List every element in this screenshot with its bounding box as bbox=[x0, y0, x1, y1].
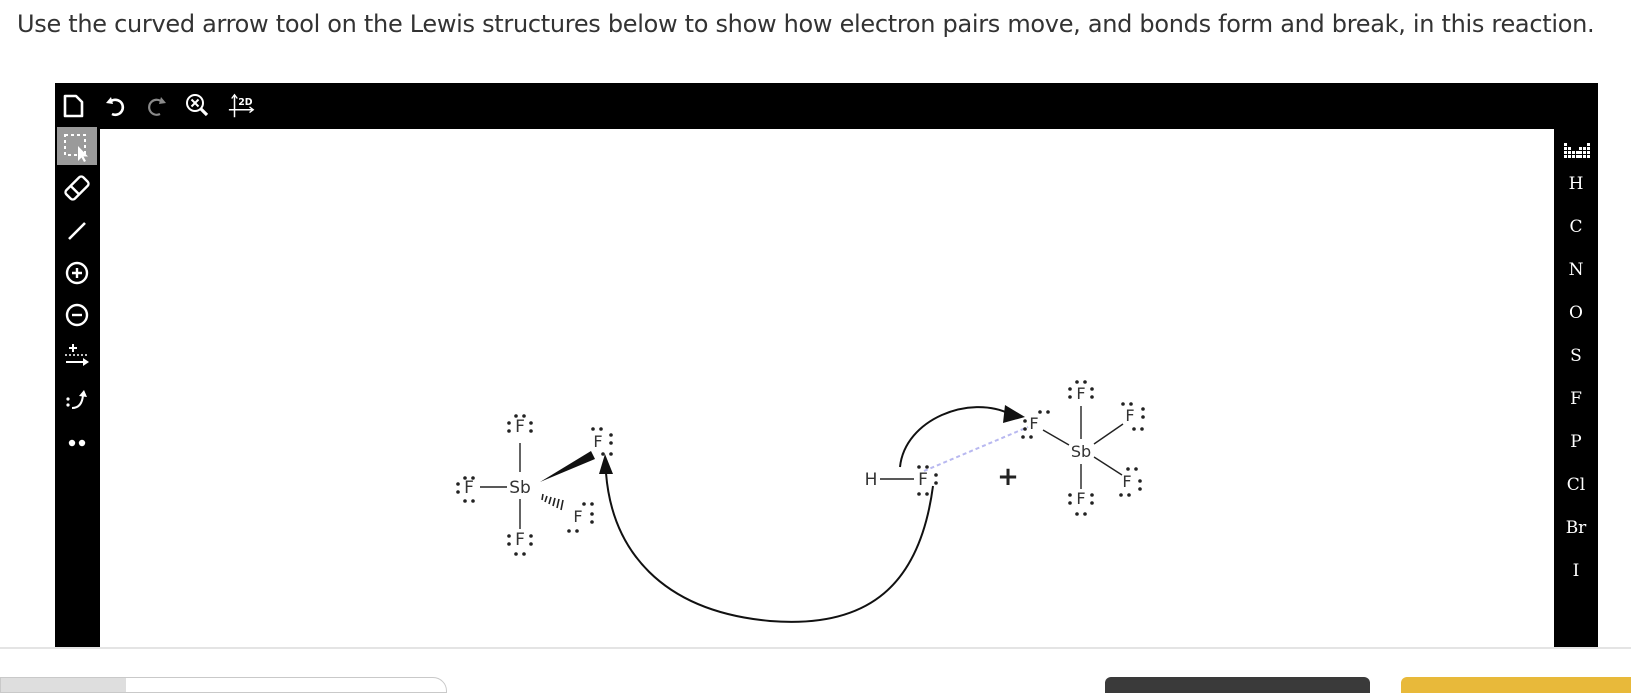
sbf5-f-top: F bbox=[515, 417, 525, 437]
curved-arrow-head-1 bbox=[1003, 405, 1025, 423]
zoom-clear-icon[interactable] bbox=[182, 91, 212, 121]
select-tool-icon[interactable] bbox=[57, 127, 97, 165]
progress-fill bbox=[1, 678, 126, 692]
curved-arrow-hf-to-sb bbox=[899, 406, 1011, 468]
element-p-button[interactable]: P bbox=[1554, 425, 1598, 459]
sbf6-f-upper-right: F bbox=[1125, 406, 1134, 425]
element-n-button[interactable]: N bbox=[1554, 253, 1598, 287]
plus-sign: + bbox=[997, 462, 1019, 492]
eraser-icon[interactable] bbox=[57, 169, 97, 207]
element-h-button[interactable]: H bbox=[1554, 167, 1598, 201]
2d-clean-icon[interactable]: 2D bbox=[227, 91, 257, 121]
redo-icon[interactable] bbox=[141, 91, 171, 121]
sbf5-f-wedge: F bbox=[593, 432, 602, 451]
bottom-bar bbox=[0, 647, 1631, 693]
sbf5-f-bottom: F bbox=[515, 530, 525, 550]
negative-charge-icon[interactable] bbox=[57, 296, 97, 334]
sbf6-f-left: F bbox=[1029, 414, 1038, 433]
lone-pair-icon[interactable] bbox=[57, 422, 97, 460]
curved-arrow-f-to-h bbox=[605, 472, 934, 623]
element-cl-button[interactable]: Cl bbox=[1554, 468, 1598, 502]
element-toolbar: H C N O S F P Cl Br I bbox=[1554, 127, 1598, 647]
positive-charge-icon[interactable] bbox=[57, 254, 97, 292]
curved-arrow-head-2 bbox=[599, 454, 613, 474]
drawing-canvas[interactable]: Sb F F F F F H F + Sb F F F F F bbox=[100, 129, 1554, 647]
element-i-button[interactable]: I bbox=[1554, 554, 1598, 588]
sbf6-f-lower-right: F bbox=[1122, 472, 1131, 491]
element-c-button[interactable]: C bbox=[1554, 210, 1598, 244]
instructions-text: Use the curved arrow tool on the Lewis s… bbox=[17, 10, 1595, 38]
hf-h-atom: H bbox=[865, 470, 878, 490]
check-button[interactable] bbox=[1401, 677, 1631, 693]
reaction-arrow-icon[interactable] bbox=[57, 338, 97, 376]
progress-track bbox=[0, 677, 447, 693]
element-o-button[interactable]: O bbox=[1554, 296, 1598, 330]
explanation-button[interactable] bbox=[1105, 677, 1370, 693]
periodic-table-icon[interactable] bbox=[1564, 141, 1590, 161]
2d-label: 2D bbox=[238, 97, 253, 108]
sbf5-molecule: Sb F F F F F bbox=[456, 414, 613, 556]
reaction-drawing: Sb F F F F F H F + Sb F F F F F bbox=[456, 380, 1145, 623]
bond-tool-icon[interactable] bbox=[57, 211, 97, 249]
new-document-icon[interactable] bbox=[58, 91, 88, 121]
curved-arrow-icon[interactable] bbox=[57, 380, 97, 418]
sbf5-f-hash: F bbox=[573, 507, 582, 526]
left-toolbar bbox=[55, 127, 100, 647]
element-br-button[interactable]: Br bbox=[1554, 511, 1598, 545]
undo-icon[interactable] bbox=[101, 91, 131, 121]
sbf6-f-bottom: F bbox=[1076, 489, 1085, 508]
element-s-button[interactable]: S bbox=[1554, 339, 1598, 373]
molecule-editor: 2D Sb F F F F F H F + Sb F F F F F H C N… bbox=[55, 83, 1598, 647]
sbf5-f-left: F bbox=[464, 478, 474, 498]
top-toolbar: 2D bbox=[55, 83, 1598, 127]
sbf6-molecule: Sb F F F F F bbox=[1021, 380, 1145, 516]
sbf5-sb-atom: Sb bbox=[509, 478, 531, 498]
element-f-button[interactable]: F bbox=[1554, 382, 1598, 416]
sbf6-sb-atom: Sb bbox=[1071, 442, 1091, 461]
sbf6-f-top: F bbox=[1076, 384, 1085, 403]
hf-f-atom: F bbox=[918, 470, 928, 490]
